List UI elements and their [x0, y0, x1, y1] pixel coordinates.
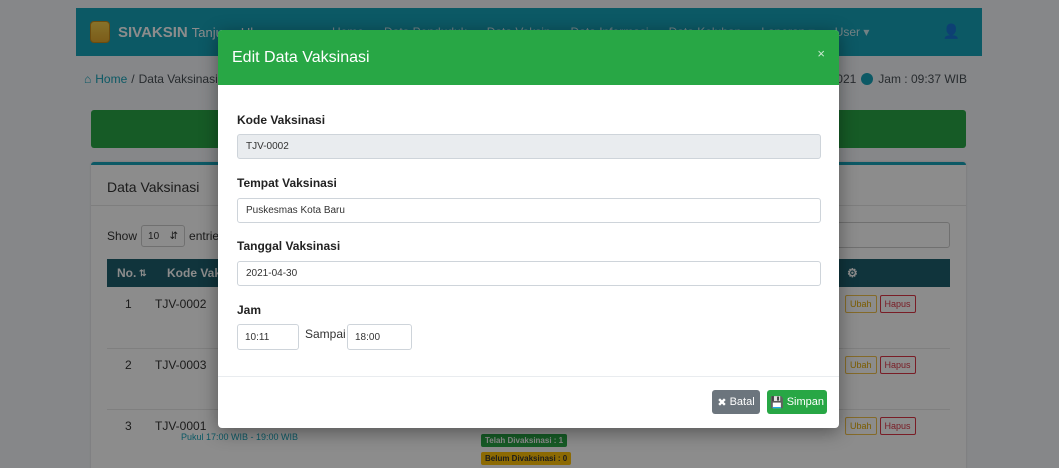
modal-footer-divider	[218, 376, 839, 377]
kode-vaksinasi-label: Kode Vaksinasi	[237, 113, 326, 127]
tempat-vaksinasi-label: Tempat Vaksinasi	[237, 176, 337, 190]
simpan-button[interactable]: 💾 Simpan	[767, 390, 827, 414]
jam-end-field[interactable]: 18:00	[347, 324, 412, 350]
sampai-label: Sampai	[305, 327, 346, 341]
modal-title: Edit Data Vaksinasi	[232, 48, 370, 66]
tanggal-vaksinasi-label: Tanggal Vaksinasi	[237, 239, 341, 253]
kode-vaksinasi-field: TJV-0002	[237, 134, 821, 159]
batal-label: Batal	[729, 396, 755, 408]
close-icon: ✖	[717, 396, 727, 409]
jam-start-field[interactable]: 10:11	[237, 324, 299, 350]
close-icon[interactable]: ×	[817, 46, 825, 61]
jam-label: Jam	[237, 303, 262, 317]
save-icon: 💾	[770, 396, 784, 409]
simpan-label: Simpan	[786, 396, 824, 408]
tempat-vaksinasi-field[interactable]: Puskesmas Kota Baru	[237, 198, 821, 223]
batal-button[interactable]: ✖ Batal	[712, 390, 760, 414]
edit-vaksinasi-modal: Edit Data Vaksinasi × Kode Vaksinasi TJV…	[218, 30, 839, 428]
modal-header: Edit Data Vaksinasi ×	[218, 30, 839, 85]
tanggal-vaksinasi-field[interactable]: 2021-04-30	[237, 261, 821, 286]
